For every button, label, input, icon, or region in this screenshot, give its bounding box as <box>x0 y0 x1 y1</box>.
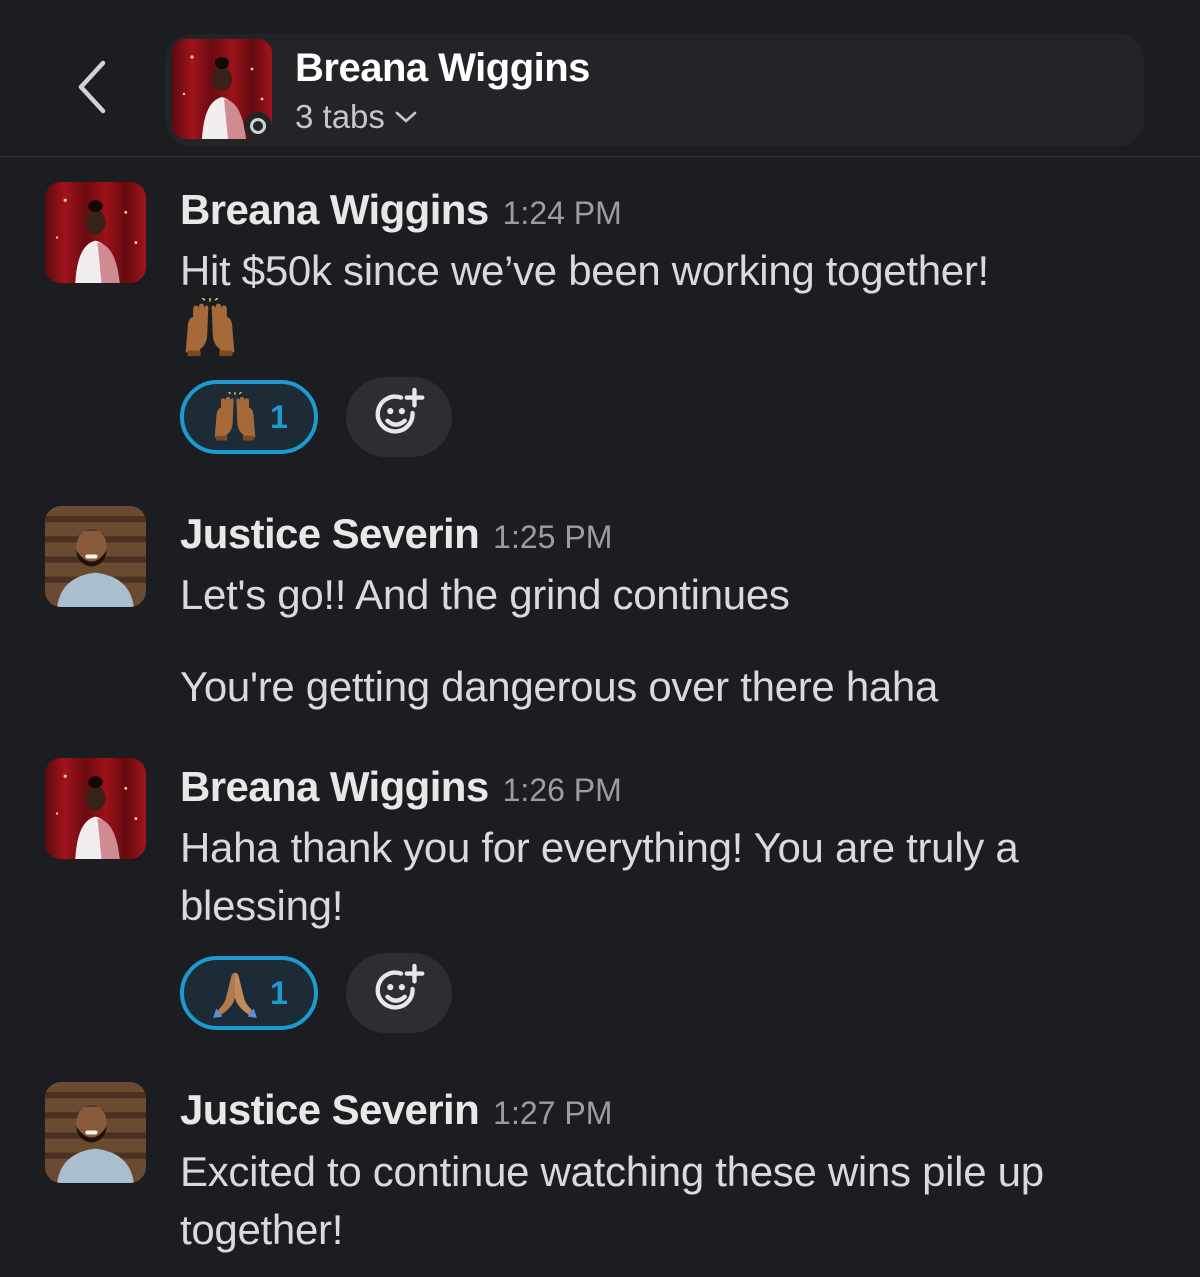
page-title: Breana Wiggins <box>295 46 590 90</box>
message-text: Hit $50k since we’ve been working togeth… <box>180 247 989 294</box>
message-text: Let's go!! And the grind continues <box>180 571 790 618</box>
avatar[interactable] <box>45 758 146 859</box>
message-header: Justice Severin 1:25 PM <box>180 510 612 558</box>
avatar[interactable] <box>45 182 146 283</box>
add-reaction-button[interactable] <box>346 953 452 1033</box>
chevron-left-icon <box>75 59 109 120</box>
sender-name[interactable]: Breana Wiggins <box>180 186 489 234</box>
avatar[interactable] <box>45 506 146 607</box>
raising-hands-emoji <box>180 298 240 358</box>
message-header: Breana Wiggins 1:26 PM <box>180 763 622 811</box>
timestamp: 1:24 PM <box>502 195 622 231</box>
reaction-count: 1 <box>270 974 288 1011</box>
channel-info-button[interactable]: Breana Wiggins 3 tabs <box>166 34 1144 146</box>
message-text: You're getting dangerous over there haha <box>180 663 939 710</box>
reaction-pill[interactable]: 1 <box>180 380 318 454</box>
message-header: Justice Severin 1:27 PM <box>180 1086 612 1134</box>
add-reaction-button[interactable] <box>346 377 452 457</box>
timestamp: 1:26 PM <box>502 772 622 808</box>
add-reaction-icon <box>370 386 428 449</box>
message-header: Breana Wiggins 1:24 PM <box>180 186 622 234</box>
message-text: Excited to continue watching these wins … <box>180 1148 1044 1253</box>
chevron-down-icon <box>395 110 417 124</box>
timestamp: 1:27 PM <box>493 1095 613 1131</box>
presence-status-icon <box>244 112 272 140</box>
conversation-header: Breana Wiggins 3 tabs <box>0 0 1200 157</box>
tabs-count-label: 3 tabs <box>295 98 385 135</box>
folded-hands-emoji <box>210 968 260 1018</box>
timestamp: 1:25 PM <box>493 519 613 555</box>
tabs-dropdown[interactable]: 3 tabs <box>295 98 417 136</box>
reaction-count: 1 <box>270 398 288 435</box>
reaction-pill[interactable]: 1 <box>180 956 318 1030</box>
raising-hands-emoji <box>210 392 260 442</box>
message-text: Haha thank you for everything! You are t… <box>180 824 1019 929</box>
sender-name[interactable]: Justice Severin <box>180 510 480 558</box>
sender-name[interactable]: Justice Severin <box>180 1086 480 1134</box>
add-reaction-icon <box>370 962 428 1025</box>
back-button[interactable] <box>62 56 122 122</box>
sender-name[interactable]: Breana Wiggins <box>180 763 489 811</box>
avatar[interactable] <box>45 1082 146 1183</box>
